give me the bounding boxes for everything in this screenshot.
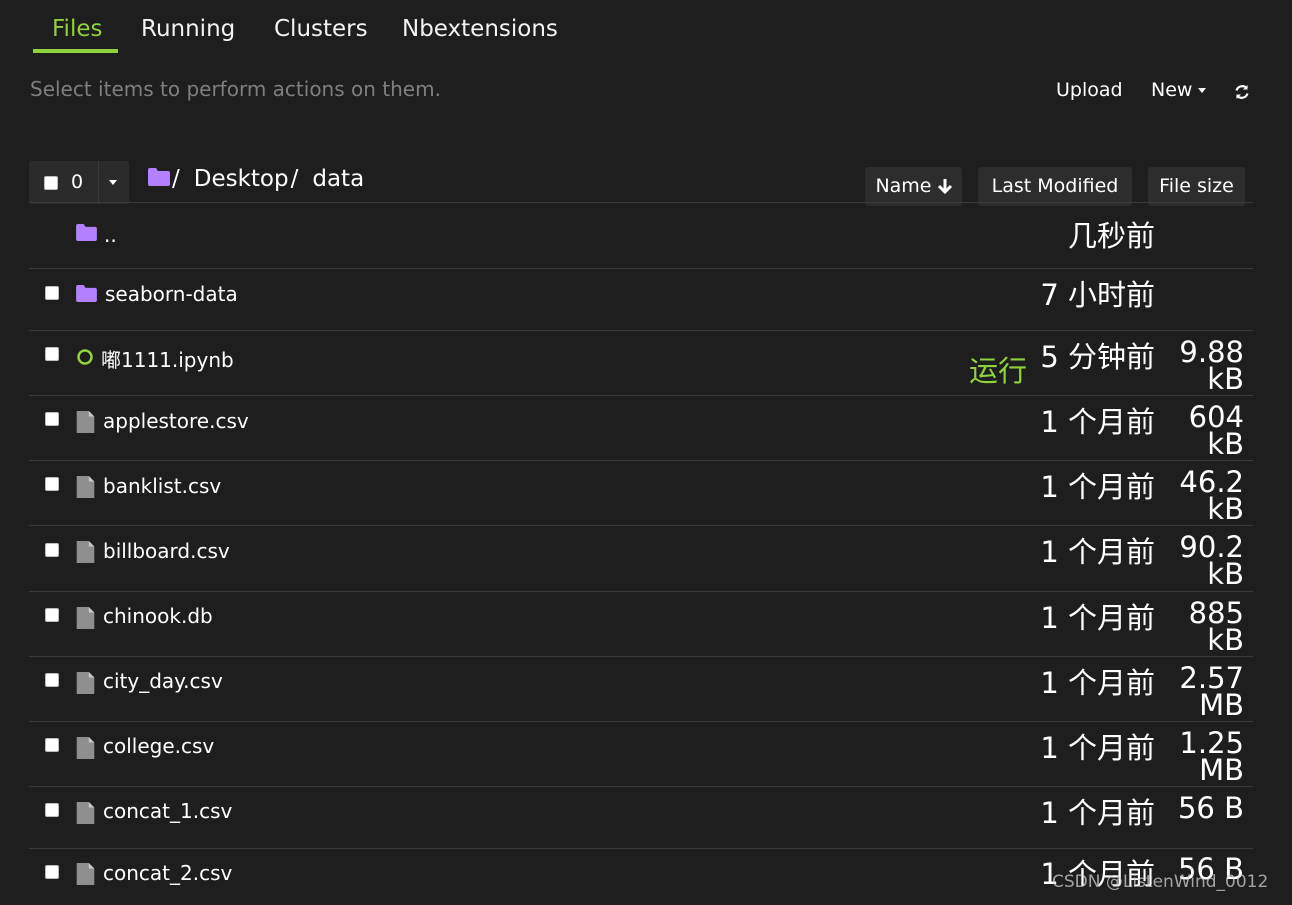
last-modified: 1 个月前 (1040, 731, 1155, 765)
file-size-value: 56 B (1177, 791, 1244, 825)
file-icon (76, 607, 95, 633)
file-icon (76, 411, 95, 437)
row-checkbox[interactable] (45, 803, 59, 817)
file-size-unit: kB (1207, 362, 1244, 396)
sort-by-last-modified-button[interactable]: Last Modified (978, 167, 1132, 206)
file-icon (76, 476, 95, 502)
row-checkbox[interactable] (45, 286, 59, 300)
row-checkbox[interactable] (45, 477, 59, 491)
last-modified: 1 个月前 (1040, 535, 1155, 569)
row-checkbox[interactable] (45, 865, 59, 879)
list-item[interactable]: city_day.csv 1 个月前 2.57 MB (29, 657, 1253, 722)
file-icon (76, 541, 95, 567)
row-checkbox[interactable] (45, 738, 59, 752)
last-modified: 1 个月前 (1040, 470, 1155, 504)
file-size: 9.88 kB (1164, 338, 1244, 396)
running-status: 运行 (969, 354, 1028, 388)
file-name[interactable]: banklist.csv (103, 474, 221, 498)
file-name[interactable]: .. (104, 223, 117, 247)
tab-clusters[interactable]: Clusters (274, 16, 368, 42)
last-modified: 1 个月前 (1040, 666, 1155, 700)
tab-running[interactable]: Running (141, 16, 235, 42)
list-item[interactable]: banklist.csv 1 个月前 46.2 kB (29, 461, 1253, 526)
folder-icon (76, 285, 97, 306)
last-modified: 1 个月前 (1040, 601, 1155, 635)
sort-name-label: Name (875, 175, 932, 197)
row-checkbox[interactable] (45, 608, 59, 622)
list-item[interactable]: concat_1.csv 1 个月前 56 B (29, 787, 1253, 852)
breadcrumb-desktop[interactable]: Desktop (194, 166, 289, 192)
select-all-checkbox[interactable] (44, 176, 58, 190)
divider (98, 161, 99, 204)
arrow-down-icon (937, 179, 952, 195)
new-button-label: New (1151, 79, 1193, 101)
row-checkbox[interactable] (45, 543, 59, 557)
selection-hint: Select items to perform actions on them. (30, 77, 441, 101)
folder-icon (76, 224, 97, 245)
tab-nbextensions[interactable]: Nbextensions (402, 16, 558, 42)
row-checkbox[interactable] (45, 673, 59, 687)
file-size: 46.2 kB (1164, 468, 1244, 526)
breadcrumb-separator: / (172, 166, 180, 192)
file-icon (76, 672, 95, 698)
breadcrumb: / Desktop / data (148, 166, 364, 192)
list-item[interactable]: seaborn-data 7 小时前 (29, 269, 1253, 334)
last-modified: 1 个月前 (1040, 405, 1155, 439)
file-icon (76, 863, 95, 889)
file-name[interactable]: city_day.csv (103, 669, 223, 693)
file-icon (76, 737, 95, 763)
file-size-unit: kB (1207, 492, 1244, 526)
last-modified: 1 个月前 (1040, 796, 1155, 830)
file-name[interactable]: concat_2.csv (103, 861, 232, 885)
file-size-unit: kB (1207, 623, 1244, 657)
active-tab-indicator (33, 49, 118, 53)
breadcrumb-separator: / (290, 166, 299, 192)
file-size-unit: MB (1199, 753, 1244, 787)
file-size: 1.25 MB (1164, 729, 1244, 787)
file-name[interactable]: billboard.csv (103, 539, 230, 563)
last-modified: 7 小时前 (1040, 278, 1155, 312)
sort-by-name-button[interactable]: Name (865, 167, 962, 206)
list-item[interactable]: .. 几秒前 (29, 203, 1253, 268)
selected-count: 0 (71, 171, 84, 193)
last-modified: 5 分钟前 (1040, 340, 1155, 374)
file-size: 90.2 kB (1164, 533, 1244, 591)
refresh-icon[interactable] (1233, 83, 1251, 105)
file-name[interactable]: concat_1.csv (103, 799, 232, 823)
file-size: 885 kB (1164, 599, 1244, 657)
file-name[interactable]: 嘟1111.ipynb (101, 344, 234, 373)
file-icon (76, 802, 95, 828)
file-name[interactable]: seaborn-data (105, 282, 238, 306)
upload-button[interactable]: Upload (1056, 79, 1123, 101)
file-name[interactable]: chinook.db (103, 604, 213, 628)
file-size-unit: MB (1199, 688, 1244, 722)
notebook-running-icon (76, 348, 94, 370)
file-size: 56 B (1164, 790, 1244, 826)
row-checkbox[interactable] (45, 412, 59, 426)
row-checkbox[interactable] (45, 347, 59, 361)
file-size-unit: kB (1207, 557, 1244, 591)
file-name[interactable]: applestore.csv (103, 409, 249, 433)
folder-icon[interactable] (148, 166, 170, 192)
last-modified: 几秒前 (1067, 219, 1155, 253)
file-size-unit: kB (1207, 427, 1244, 461)
list-item[interactable]: chinook.db 1 个月前 885 kB (29, 592, 1253, 657)
list-item[interactable]: applestore.csv 1 个月前 604 kB (29, 396, 1253, 461)
list-item[interactable]: 嘟1111.ipynb 运行 5 分钟前 9.88 kB (29, 331, 1253, 396)
tab-files[interactable]: Files (52, 16, 102, 42)
file-size: 2.57 MB (1164, 664, 1244, 722)
breadcrumb-data[interactable]: data (312, 166, 364, 192)
chevron-down-icon (1198, 88, 1207, 93)
list-item[interactable]: billboard.csv 1 个月前 90.2 kB (29, 526, 1253, 591)
watermark: CSDN @ListenWind_0012 (1052, 872, 1269, 892)
select-all-group: 0 (29, 161, 129, 204)
new-dropdown-button[interactable]: New (1151, 79, 1207, 101)
selection-menu-chevron-icon[interactable] (109, 180, 117, 185)
tab-bar: Files Running Clusters Nbextensions (0, 0, 1292, 60)
file-size: 604 kB (1164, 403, 1244, 461)
list-item[interactable]: college.csv 1 个月前 1.25 MB (29, 722, 1253, 787)
file-name[interactable]: college.csv (103, 734, 214, 758)
sort-by-file-size-button[interactable]: File size (1148, 167, 1245, 206)
